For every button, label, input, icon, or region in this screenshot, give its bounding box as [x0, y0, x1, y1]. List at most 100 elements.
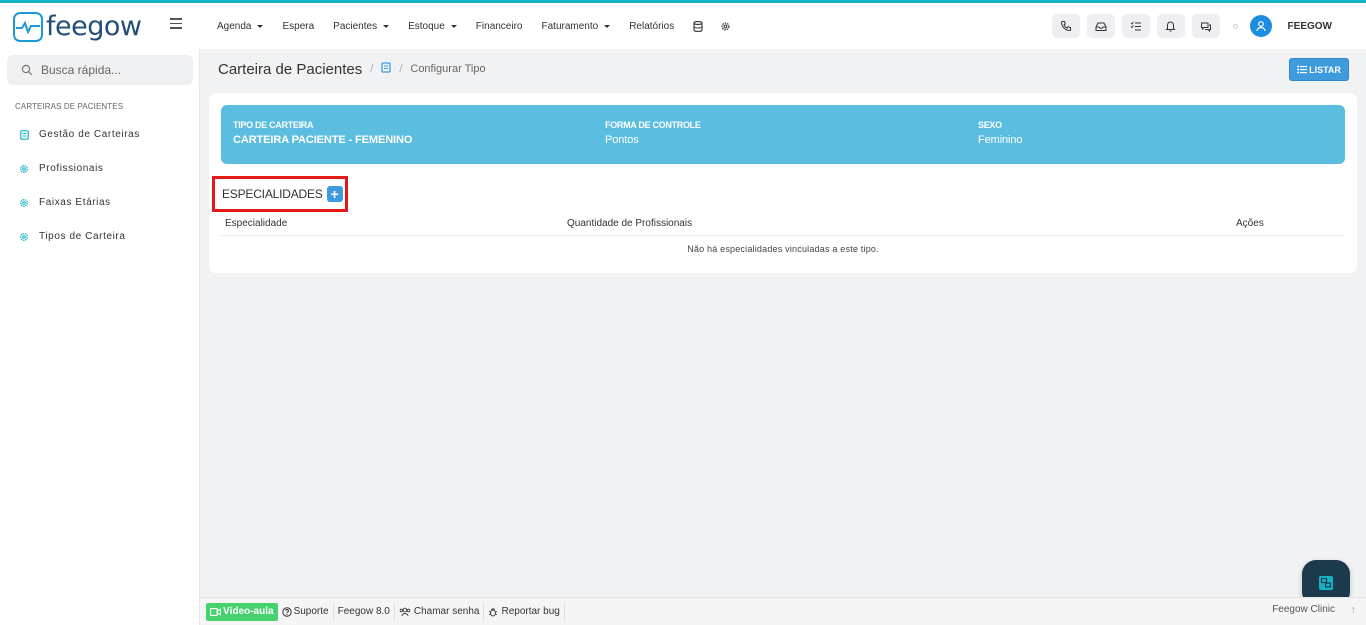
- screen-share-icon: [1319, 576, 1333, 590]
- carteira-info-panel: TIPO DE CARTEIRA CARTEIRA PACIENTE - FEM…: [221, 105, 1345, 164]
- tipo-carteira-label: TIPO DE CARTEIRA: [233, 120, 314, 130]
- breadcrumb: Carteira de Pacientes / / Configurar Tip…: [218, 60, 486, 78]
- search-icon: [21, 64, 33, 76]
- caret-down-icon: [450, 24, 457, 28]
- video-aula-button[interactable]: Vídeo-aula: [206, 602, 278, 621]
- header-actions: FEEGOW: [1051, 3, 1366, 49]
- user-avatar[interactable]: [1249, 15, 1272, 37]
- listar-button[interactable]: LISTAR: [1289, 58, 1349, 81]
- breadcrumb-book-icon[interactable]: [381, 60, 391, 78]
- especialidades-table-header: Especialidade Quantidade de Profissionai…: [221, 218, 1345, 236]
- inbox-button[interactable]: [1086, 14, 1115, 38]
- sexo-group: SEXO Feminino: [978, 120, 1023, 146]
- nav-label: Financeiro: [475, 20, 523, 32]
- nav-label: Agenda: [217, 20, 252, 32]
- breadcrumb-current: Configurar Tipo: [410, 63, 486, 75]
- gear-icon: [19, 198, 29, 208]
- chat-icon: [1200, 22, 1211, 32]
- gear-icon: [19, 164, 29, 174]
- phone-button[interactable]: [1051, 14, 1080, 38]
- menu-toggle-icon[interactable]: [170, 18, 182, 29]
- chamar-senha-button[interactable]: Chamar senha: [395, 602, 485, 621]
- reportar-bug-button[interactable]: Reportar bug: [484, 602, 565, 621]
- caret-down-icon: [257, 24, 264, 28]
- help-circle-icon: [281, 606, 292, 617]
- caret-down-icon: [383, 24, 390, 28]
- brand-label: Feegow Clinic: [1272, 604, 1335, 615]
- user-icon: [1255, 21, 1266, 32]
- status-dot: [1232, 23, 1238, 29]
- gear-icon[interactable]: [720, 21, 731, 32]
- sidebar-item-label: Profissionais: [39, 163, 104, 174]
- tipo-carteira-group: TIPO DE CARTEIRA CARTEIRA PACIENTE - FEM…: [233, 120, 412, 146]
- video-aula-label: Vídeo-aula: [223, 606, 274, 617]
- logo[interactable]: feegow: [13, 11, 142, 42]
- top-header: feegow Agenda Espera Pacientes Estoque F…: [0, 3, 1366, 49]
- caret-down-icon: [604, 24, 611, 28]
- chat-button[interactable]: [1191, 14, 1220, 38]
- video-icon: [210, 607, 221, 616]
- breadcrumb-separator: /: [370, 63, 374, 75]
- nav-faturamento[interactable]: Faturamento: [542, 21, 611, 32]
- listar-label: LISTAR: [1309, 64, 1341, 75]
- scroll-up-icon[interactable]: ↑: [1351, 604, 1357, 616]
- list-icon: [1297, 65, 1308, 74]
- inbox-icon: [1095, 22, 1107, 31]
- page-title: Carteira de Pacientes: [218, 60, 363, 78]
- book-icon: [19, 129, 29, 140]
- nav-espera[interactable]: Espera: [282, 21, 314, 32]
- search-input[interactable]: [41, 63, 181, 77]
- nav-estoque[interactable]: Estoque: [408, 21, 457, 32]
- config-card: TIPO DE CARTEIRA CARTEIRA PACIENTE - FEM…: [209, 93, 1357, 273]
- sexo-label: SEXO: [978, 120, 1002, 130]
- sidebar-item-gestao-carteiras[interactable]: Gestão de Carteiras: [19, 129, 140, 140]
- gear-icon: [19, 232, 29, 242]
- sidebar-item-tipos-carteira[interactable]: Tipos de Carteira: [19, 231, 126, 242]
- nav-label: Pacientes: [333, 20, 378, 32]
- bug-icon: [489, 607, 498, 616]
- bell-icon: [1165, 21, 1176, 32]
- forma-controle-value: Pontos: [605, 134, 639, 146]
- column-quantidade-profissionais: Quantidade de Profissionais: [567, 218, 693, 229]
- notifications-button[interactable]: [1156, 14, 1185, 38]
- nav-financeiro[interactable]: Financeiro: [476, 21, 523, 32]
- main-nav: Agenda Espera Pacientes Estoque Financei…: [217, 3, 748, 49]
- especialidades-header: ESPECIALIDADES +: [212, 176, 348, 212]
- nav-agenda[interactable]: Agenda: [217, 20, 264, 32]
- sidebar-item-faixas-etarias[interactable]: Faixas Etárias: [19, 197, 111, 208]
- logo-text: feegow: [46, 11, 142, 42]
- nav-label: Espera: [282, 20, 315, 32]
- nav-label: Faturamento: [541, 20, 599, 32]
- reportar-bug-label: Reportar bug: [501, 606, 560, 617]
- checklist-button[interactable]: [1121, 14, 1150, 38]
- sidebar-item-label: Faixas Etárias: [39, 197, 111, 208]
- especialidades-title: ESPECIALIDADES: [222, 187, 323, 201]
- version-label: Feegow 8.0: [334, 602, 395, 621]
- nav-label: Relatórios: [629, 20, 675, 32]
- database-icon[interactable]: [693, 20, 703, 32]
- sidebar-item-label: Tipos de Carteira: [39, 231, 126, 242]
- version-text: Feegow 8.0: [337, 606, 390, 617]
- empty-table-message: Não há especialidades vinculadas a este …: [687, 244, 879, 254]
- column-especialidade: Especialidade: [225, 218, 288, 229]
- chamar-senha-label: Chamar senha: [413, 606, 480, 617]
- sidebar-item-profissionais[interactable]: Profissionais: [19, 163, 104, 174]
- tipo-carteira-value: CARTEIRA PACIENTE - FEMENINO: [233, 134, 413, 146]
- sidebar-section-title: CARTEIRAS DE PACIENTES: [15, 102, 124, 111]
- logo-mark-icon: [13, 11, 43, 42]
- forma-controle-label: FORMA DE CONTROLE: [605, 120, 701, 130]
- sexo-value: Feminino: [978, 134, 1023, 146]
- sidebar-item-label: Gestão de Carteiras: [39, 129, 140, 140]
- user-name[interactable]: FEEGOW: [1288, 21, 1332, 32]
- nav-label: Estoque: [408, 20, 445, 32]
- add-especialidade-button[interactable]: +: [326, 186, 343, 202]
- nav-pacientes[interactable]: Pacientes: [333, 20, 390, 32]
- column-acoes: Ações: [1236, 218, 1264, 229]
- breadcrumb-separator: /: [399, 63, 403, 75]
- sidebar: CARTEIRAS DE PACIENTES Gestão de Carteir…: [0, 49, 200, 625]
- nav-relatorios[interactable]: Relatórios: [629, 21, 674, 32]
- footer-bar: Vídeo-aula Suporte Feegow 8.0 Chamar sen…: [200, 597, 1366, 625]
- suporte-link[interactable]: Suporte: [278, 602, 334, 621]
- checklist-icon: [1130, 21, 1141, 30]
- people-icon: [399, 607, 411, 616]
